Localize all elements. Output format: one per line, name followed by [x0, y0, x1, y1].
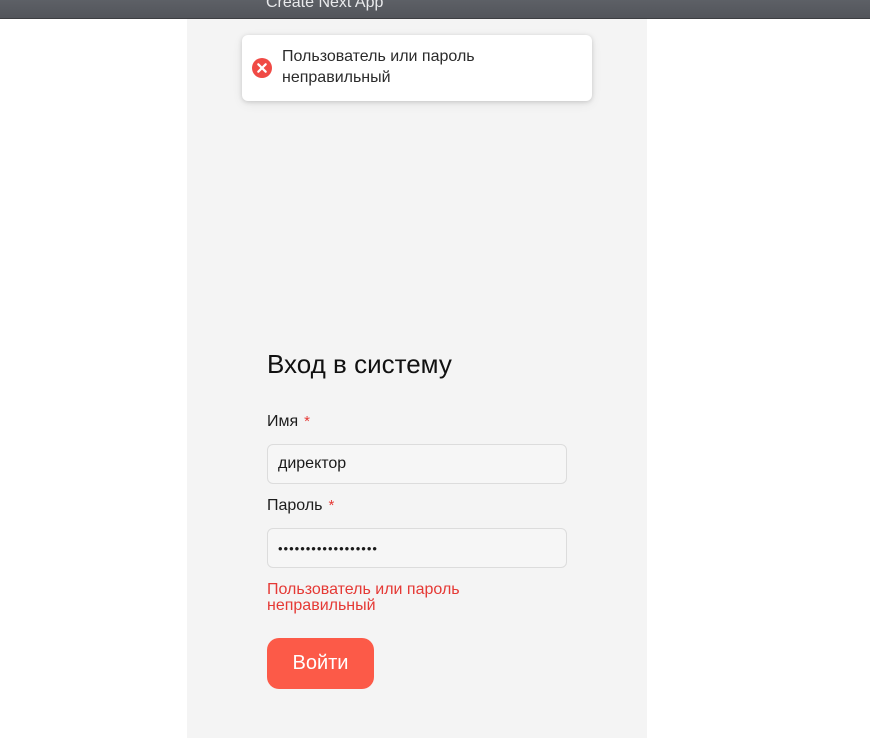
login-submit-button[interactable]: Войти: [267, 638, 374, 689]
username-label-text: Имя: [267, 413, 299, 430]
form-error-message: Пользователь или пароль неправильный: [267, 581, 460, 614]
password-input[interactable]: [267, 528, 567, 568]
username-label: Имя *: [267, 412, 310, 432]
password-label-text: Пароль: [267, 497, 323, 514]
username-input[interactable]: [267, 444, 567, 484]
browser-tab-title[interactable]: Create Next App: [266, 0, 383, 13]
error-circle-x-icon: [252, 58, 272, 78]
password-required-mark: *: [328, 497, 335, 514]
username-required-mark: *: [304, 413, 311, 430]
form-title: Вход в систему: [267, 349, 452, 379]
browser-top-bar: Create Next App: [0, 0, 870, 19]
toast-message: Пользователь или пароль неправильный: [282, 48, 475, 86]
password-label: Пароль *: [267, 496, 334, 516]
error-toast: Пользователь или пароль неправильный: [242, 35, 592, 101]
